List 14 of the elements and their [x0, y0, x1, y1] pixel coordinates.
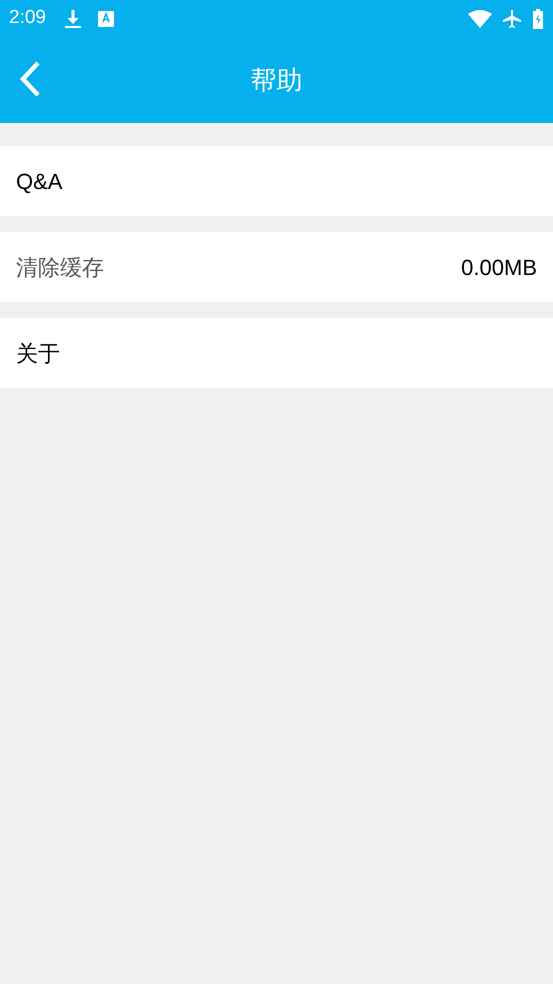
row-label: 关于 [16, 340, 60, 368]
settings-row[interactable]: 清除缓存 0.00MB [0, 232, 553, 302]
row-label: Q&A [16, 168, 62, 196]
font-icon [98, 10, 114, 26]
wifi-icon [468, 10, 492, 28]
page-title: 帮助 [250, 64, 302, 96]
download-icon [64, 8, 82, 28]
row-label: 清除缓存 [16, 254, 104, 282]
cache-size: 0.00MB [461, 254, 537, 282]
battery-icon [532, 8, 544, 28]
airplane-icon [502, 8, 522, 28]
settings-row[interactable]: Q&A [0, 146, 553, 216]
settings-row[interactable]: 关于 [0, 318, 553, 388]
status-time: 2:09 [9, 6, 46, 30]
